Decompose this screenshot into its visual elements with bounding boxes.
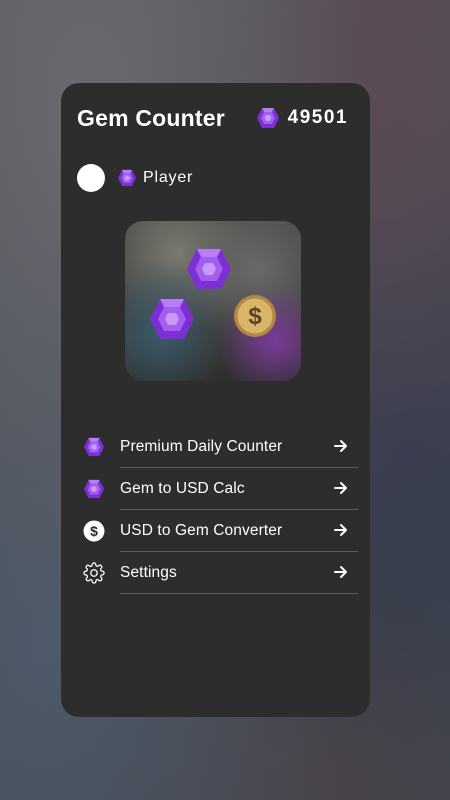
main-card: Gem Counter 49501 Player $ Premium Daily…: [61, 83, 370, 717]
arrow-right-icon: [334, 438, 348, 454]
svg-text:$: $: [90, 523, 98, 539]
menu-item-premium-daily-counter[interactable]: Premium Daily Counter: [81, 426, 358, 468]
menu-item-label: USD to Gem Converter: [120, 522, 283, 539]
arrow-right-icon: [334, 564, 348, 580]
player-name: Player: [143, 169, 194, 186]
gem-icon: [83, 436, 105, 458]
arrow-right-icon: [334, 480, 348, 496]
gem-icon: [185, 247, 233, 296]
arrow-right-icon: [334, 522, 348, 538]
main-menu: Premium Daily Counter Gem to USD Calc $ …: [81, 426, 358, 594]
avatar[interactable]: [77, 164, 105, 192]
gear-icon: [83, 562, 105, 584]
gem-icon: [148, 297, 196, 346]
gem-icon: [83, 478, 105, 500]
menu-item-usd-to-gem-converter[interactable]: $ USD to Gem Converter: [81, 510, 358, 552]
gem-balance: 49501: [256, 107, 348, 129]
gem-icon: [256, 107, 280, 129]
gem-icon: [117, 169, 137, 187]
dollar-icon: $: [83, 520, 105, 542]
player-row[interactable]: Player: [77, 164, 193, 192]
coin-icon: $: [233, 294, 277, 343]
menu-item-label: Settings: [120, 564, 177, 581]
menu-item-label: Premium Daily Counter: [120, 438, 283, 455]
gem-balance-value: 49501: [287, 107, 348, 128]
menu-item-gem-to-usd-calc[interactable]: Gem to USD Calc: [81, 468, 358, 510]
app-title: Gem Counter: [77, 105, 225, 131]
divider: [120, 593, 358, 594]
menu-item-settings[interactable]: Settings: [81, 552, 358, 594]
hero-image: $: [125, 221, 301, 381]
menu-item-label: Gem to USD Calc: [120, 480, 245, 497]
svg-text:$: $: [248, 303, 262, 330]
